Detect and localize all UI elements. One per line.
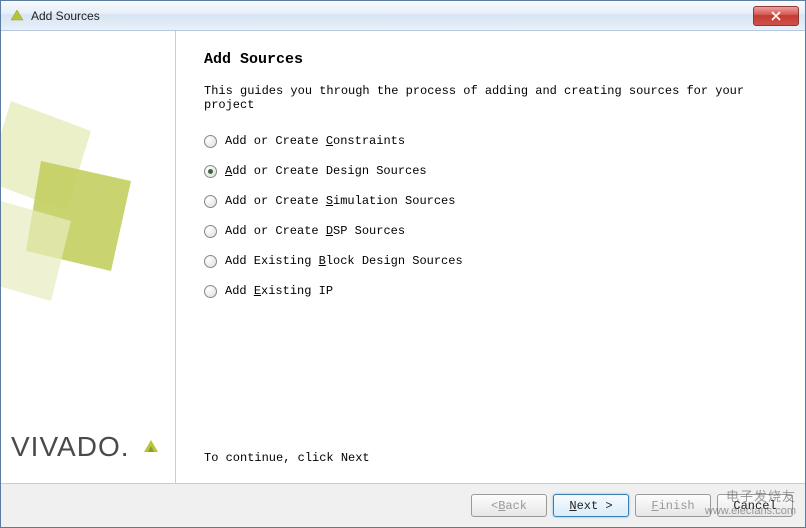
radio-label: Add or Create Simulation Sources [225,194,455,208]
app-icon [9,8,25,24]
window-title: Add Sources [31,9,753,23]
decorative-shapes [1,91,171,311]
radio-label: Add or Create Constraints [225,134,405,148]
sidebar: VIVADO. [1,31,176,483]
back-button[interactable]: < Back [471,494,547,517]
page-description: This guides you through the process of a… [204,84,777,112]
radio-simulation-sources[interactable]: Add or Create Simulation Sources [204,194,777,208]
source-type-radio-group: Add or Create Constraints Add or Create … [204,134,777,298]
radio-indicator [204,165,217,178]
radio-dsp-sources[interactable]: Add or Create DSP Sources [204,224,777,238]
radio-label: Add or Create Design Sources [225,164,427,178]
radio-label: Add Existing Block Design Sources [225,254,463,268]
next-button[interactable]: Next > [553,494,629,517]
radio-indicator [204,195,217,208]
radio-indicator [204,135,217,148]
radio-existing-ip[interactable]: Add Existing IP [204,284,777,298]
radio-design-sources[interactable]: Add or Create Design Sources [204,164,777,178]
radio-indicator [204,285,217,298]
main-panel: Add Sources This guides you through the … [176,31,805,483]
radio-indicator [204,255,217,268]
radio-indicator [204,225,217,238]
page-title: Add Sources [204,51,777,68]
vivado-logo: VIVADO. [11,431,162,465]
close-button[interactable] [753,6,799,26]
finish-button[interactable]: Finish [635,494,711,517]
button-bar: < Back Next > Finish Cancel [1,483,805,527]
radio-constraints[interactable]: Add or Create Constraints [204,134,777,148]
cancel-button[interactable]: Cancel [717,494,793,517]
radio-label: Add or Create DSP Sources [225,224,405,238]
radio-block-design-sources[interactable]: Add Existing Block Design Sources [204,254,777,268]
content-area: VIVADO. Add Sources This guides you thro… [1,31,805,483]
footer-hint: To continue, click Next [204,451,777,473]
logo-icon [140,433,162,465]
radio-label: Add Existing IP [225,284,333,298]
logo-text: VIVADO. [11,431,130,462]
dialog-window: Add Sources VIVADO. Add S [0,0,806,528]
titlebar[interactable]: Add Sources [1,1,805,31]
close-icon [771,11,781,21]
